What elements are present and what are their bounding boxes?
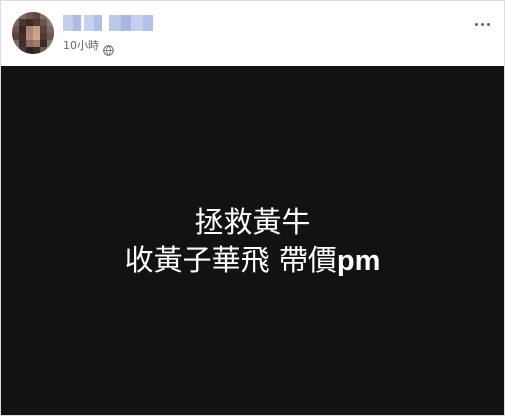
more-options-button[interactable] (470, 14, 494, 34)
globe-icon (103, 41, 114, 56)
post-header: 10小時 (1, 1, 504, 65)
post-card: 10小時 拯救黃牛 收黃子華飛 帶價pm (0, 0, 505, 416)
image-text-line-1: 拯救黃牛 (194, 205, 311, 239)
more-horizontal-icon-dot-3 (486, 22, 490, 26)
image-text-line-2-main: 收黃子華飛 帶價 (124, 243, 337, 277)
image-text-line-2-suffix: pm (336, 245, 381, 277)
more-horizontal-icon-dot-2 (480, 22, 484, 26)
author-name-redacted[interactable] (63, 15, 155, 31)
post-timestamp[interactable]: 10小時 (63, 38, 99, 54)
post-meta: 10小時 (63, 38, 114, 56)
more-horizontal-icon (474, 22, 478, 26)
image-text-line-2: 收黃子華飛 帶價pm (1, 242, 504, 279)
author-avatar[interactable] (12, 12, 54, 54)
post-image[interactable]: 拯救黃牛 收黃子華飛 帶價pm (1, 66, 504, 415)
